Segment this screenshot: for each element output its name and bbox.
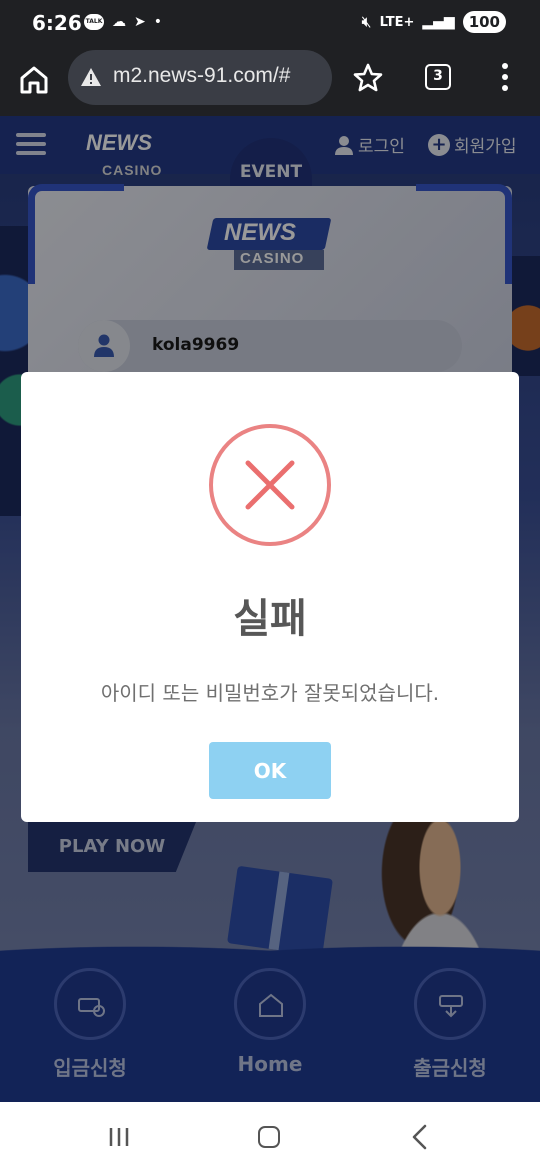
warning-icon[interactable] (80, 67, 102, 87)
dialog-title: 실패 (233, 596, 307, 642)
system-nav-bar (0, 1102, 540, 1170)
telegram-icon: ➤ (134, 14, 146, 30)
url-text[interactable]: m2.news-91.com/# (113, 64, 290, 88)
recent-apps-icon[interactable] (108, 1126, 130, 1148)
notification-icons: TALK ☁ ➤ • (84, 13, 162, 31)
mute-icon: 🔇︎ (361, 12, 372, 31)
dot-icon: • (153, 14, 162, 30)
bookmark-star-icon[interactable] (352, 62, 384, 94)
status-bar: 6:26 TALK ☁ ➤ • 🔇︎ LTE+ ▂▄▆ 100 (0, 0, 540, 46)
signal-icon: ▂▄▆ (422, 14, 455, 30)
kakaotalk-icon: TALK (84, 14, 104, 30)
ok-button[interactable]: OK (209, 742, 331, 799)
back-icon[interactable] (408, 1124, 432, 1150)
network-type: LTE+ (379, 14, 415, 30)
error-dialog: 실패 아이디 또는 비밀번호가 잘못되었습니다. OK (21, 372, 519, 822)
tab-switcher-button[interactable]: 3 (425, 64, 451, 90)
battery-level: 100 (462, 11, 506, 33)
home-icon[interactable] (18, 64, 50, 96)
system-home-icon[interactable] (258, 1126, 280, 1148)
dialog-message: 아이디 또는 비밀번호가 잘못되었습니다. (100, 681, 440, 705)
address-bar[interactable]: m2.news-91.com/# (68, 50, 332, 105)
weather-icon: ☁ (112, 14, 126, 30)
browser-toolbar: m2.news-91.com/# 3 (0, 46, 540, 116)
status-time: 6:26 (32, 11, 82, 35)
more-menu-icon[interactable] (500, 62, 510, 92)
error-x-icon (209, 424, 331, 546)
status-right-icons: 🔇︎ LTE+ ▂▄▆ 100 (361, 11, 506, 33)
